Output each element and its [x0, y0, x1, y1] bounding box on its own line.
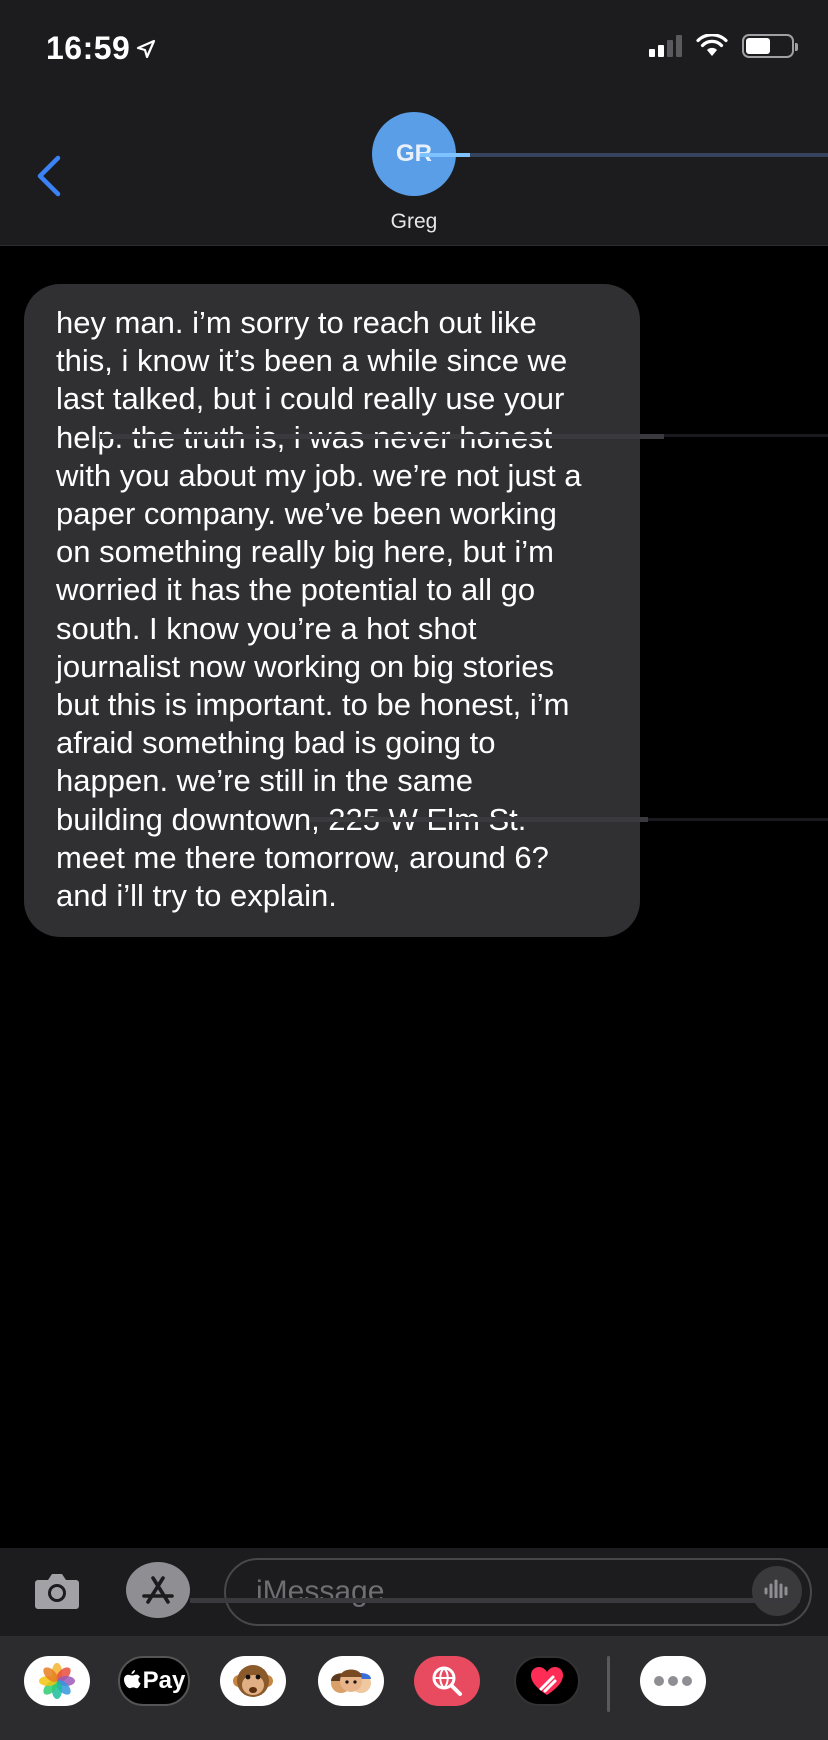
animoji-app-icon[interactable] [220, 1656, 286, 1706]
more-apps-icon[interactable] [640, 1656, 706, 1706]
ellipsis-icon [654, 1676, 692, 1686]
app-store-icon [142, 1576, 174, 1604]
camera-icon [35, 1574, 79, 1609]
status-indicators [649, 34, 798, 58]
apple-pay-label: Pay [142, 1667, 186, 1694]
wifi-icon [696, 34, 728, 56]
glitch-artifact [648, 818, 828, 821]
location-arrow-icon [137, 39, 156, 58]
message-bubble-container: hey man. i’m sorry to reach out like thi… [24, 284, 640, 938]
glitch-artifact [664, 434, 828, 437]
status-time: 16:59 [46, 30, 156, 67]
memoji-faces-icon [331, 1669, 371, 1693]
globe-search-icon [432, 1666, 462, 1696]
battery-icon [742, 34, 798, 58]
image-search-app-icon[interactable] [414, 1656, 480, 1706]
incoming-message-bubble[interactable]: hey man. i’m sorry to reach out like thi… [24, 284, 640, 938]
app-drawer-divider [607, 1656, 610, 1712]
message-input-bar: iMessage [0, 1548, 828, 1636]
monkey-face-icon [233, 1665, 273, 1697]
chevron-left-icon [37, 155, 61, 197]
apple-logo-icon [123, 1670, 141, 1689]
battery-fill [746, 38, 771, 54]
audio-record-button[interactable] [752, 1566, 802, 1616]
glitch-artifact [190, 1598, 800, 1603]
message-text: hey man. i’m sorry to reach out like thi… [56, 305, 582, 914]
camera-button[interactable] [34, 1570, 80, 1610]
photos-app-icon[interactable] [24, 1656, 90, 1706]
photos-flower-icon [39, 1663, 75, 1699]
app-store-button[interactable] [126, 1562, 190, 1618]
digital-touch-app-icon[interactable] [514, 1656, 580, 1706]
back-button[interactable] [30, 150, 70, 202]
glitch-artifact [420, 153, 470, 157]
contact-name[interactable]: Greg [0, 210, 828, 234]
apple-pay-app-icon[interactable]: Pay [118, 1656, 190, 1706]
status-time-label: 16:59 [46, 30, 131, 66]
cellular-signal-icon [649, 35, 682, 57]
glitch-artifact [456, 153, 828, 157]
imessage-input[interactable]: iMessage [224, 1558, 812, 1626]
app-drawer: Pay [0, 1636, 828, 1740]
glitch-artifact [310, 817, 648, 822]
glitch-artifact [100, 434, 664, 439]
conversation-header: 16:59 GR Greg [0, 0, 828, 246]
imessage-placeholder: iMessage [256, 1575, 385, 1608]
memoji-app-icon[interactable] [318, 1656, 384, 1706]
heart-touch-icon [531, 1667, 563, 1695]
